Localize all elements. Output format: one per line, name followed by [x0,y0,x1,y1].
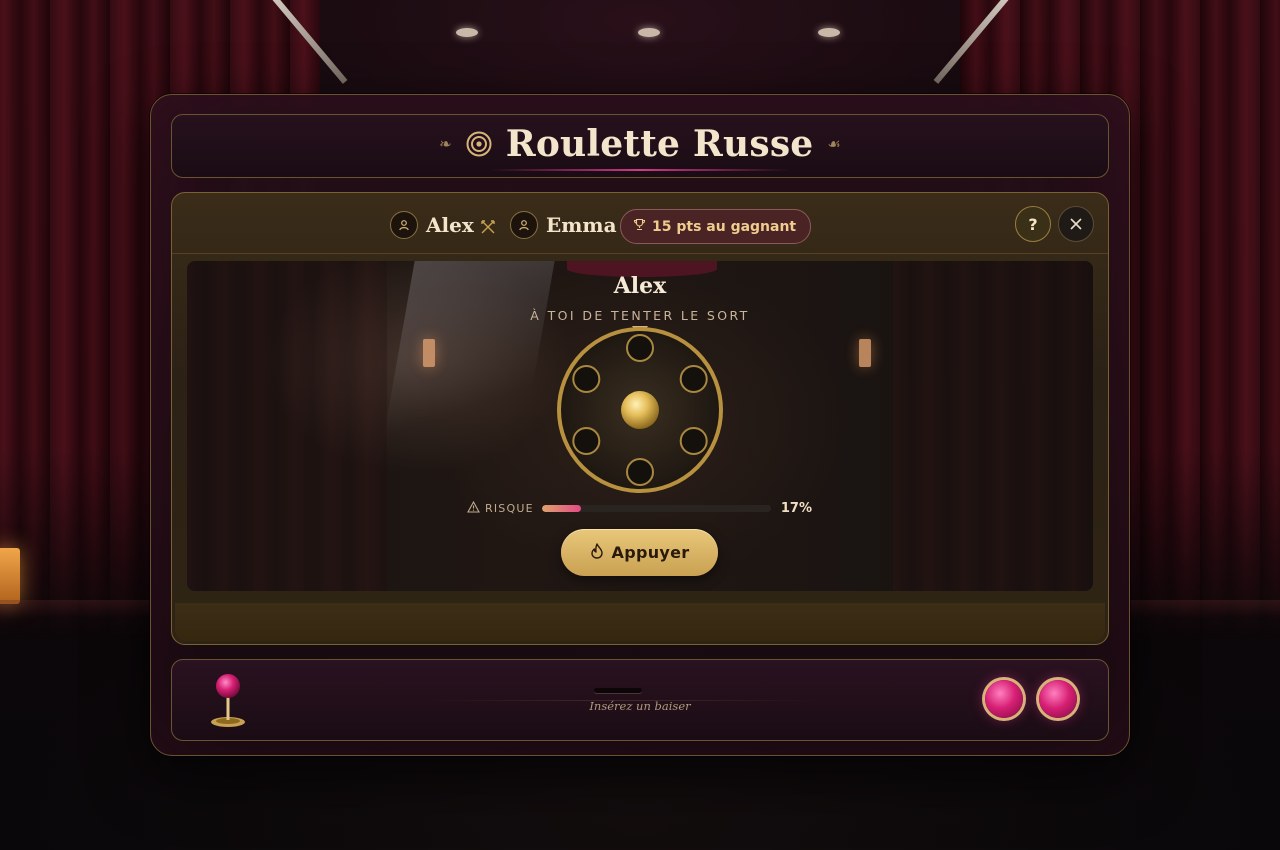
revolver-cylinder[interactable] [556,326,724,494]
close-button[interactable] [1058,206,1094,242]
insert-label: Insérez un baiser [589,699,691,713]
ceiling-spotlight [818,28,840,37]
token-orb-2[interactable] [1039,680,1077,718]
player-2: Emma [510,211,617,239]
warning-icon [467,500,480,516]
player-1: Alex [390,211,474,239]
risk-meter: RISQUE 17% [467,500,812,517]
fleuron-right-icon: ☙ [827,135,841,153]
candle [0,548,20,604]
risk-percent: 17% [780,501,812,516]
chamber-4 [626,458,654,486]
chamber-5 [572,427,601,455]
prize-label: 15 pts au gagnant [652,218,797,235]
target-icon [466,131,492,157]
risk-label: RISQUE [485,502,534,515]
chamber-6 [572,365,601,393]
risk-bar [542,505,771,512]
panel-footer [175,603,1105,641]
ceiling-spotlight [638,28,660,37]
ceiling-spotlight [456,28,478,37]
token-orb-1[interactable] [985,680,1023,718]
player-2-name: Emma [546,213,617,237]
user-icon [390,211,418,239]
chamber-2 [679,365,708,393]
arcade-console: Insérez un baiser [171,659,1109,741]
press-button[interactable]: Appuyer [561,529,718,576]
wall-sconce [423,339,435,367]
wall-sconce [859,339,871,367]
player-1-name: Alex [426,213,474,237]
chamber-1 [626,334,654,362]
game-stage: Alex À TOI DE TENTER LE SORT RISQUE 17% … [187,261,1093,591]
close-icon [1070,215,1082,234]
fleuron-left-icon: ❧ [439,135,452,153]
page-title: Roulette Russe [505,123,814,165]
flame-icon [590,542,604,563]
risk-label-group: RISQUE [467,500,534,516]
press-button-label: Appuyer [611,543,690,562]
help-button[interactable]: ? [1015,206,1051,242]
kiss-slot[interactable] [594,688,642,693]
match-header: Alex Emma 15 pts au gagnant [172,208,1108,244]
title-bar: ❧ Roulette Russe ☙ [171,114,1109,178]
crossed-swords-icon [480,219,496,235]
game-panel: Alex Emma 15 pts au gagnant ? Alex À TOI… [171,192,1109,645]
current-player-name: Alex [613,273,667,299]
trophy-icon [633,218,646,235]
turn-prompt: À TOI DE TENTER LE SORT [530,308,750,323]
user-icon [510,211,538,239]
center-chamber [621,391,659,429]
chamber-3 [679,427,708,455]
title-underline [490,169,790,171]
risk-bar-fill [542,505,581,512]
divider [172,253,1108,254]
prize-badge: 15 pts au gagnant [620,209,812,244]
